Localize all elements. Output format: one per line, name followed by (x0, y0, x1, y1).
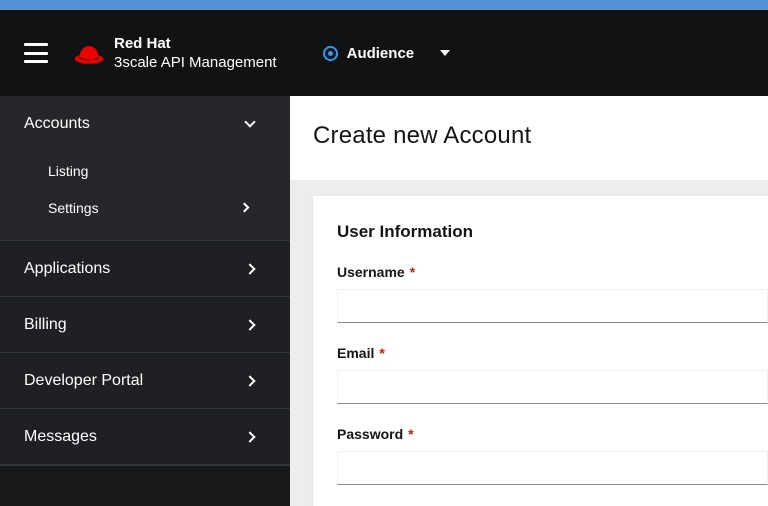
page-header: Create new Account (290, 96, 768, 180)
required-indicator: * (408, 426, 414, 442)
caret-down-icon (440, 50, 451, 56)
password-form-group: Password * (337, 426, 768, 485)
sidebar-item-label: Applications (24, 259, 111, 277)
chevron-down-icon (244, 116, 256, 128)
context-selector[interactable]: Audience (322, 44, 451, 62)
sidebar-item-label: Accounts (24, 115, 90, 132)
hamburger-icon (24, 43, 48, 46)
email-field[interactable] (337, 370, 768, 404)
page-title: Create new Account (313, 122, 532, 149)
chevron-right-icon (244, 262, 256, 275)
email-label: Email * (337, 345, 385, 361)
context-selector-label: Audience (346, 44, 415, 62)
page-body: User Information Username * Email * Passw (290, 180, 768, 506)
accounts-subnav: Listing Settings (0, 152, 290, 240)
sidebar-item-label: Billing (24, 315, 67, 333)
layout: Accounts Listing Settings Applications B… (0, 96, 768, 506)
sidebar-subitem-listing[interactable]: Listing (0, 152, 290, 189)
username-form-group: Username * (337, 264, 768, 323)
sidebar-group-accounts: Accounts Listing Settings (0, 96, 290, 241)
top-accent-strip (0, 0, 768, 10)
sidebar-subitem-settings[interactable]: Settings (0, 189, 290, 226)
sidebar-subitem-label: Listing (48, 162, 89, 179)
sidebar-item-messages[interactable]: Messages (0, 409, 290, 465)
required-indicator: * (409, 264, 416, 280)
sidebar-item-developer-portal[interactable]: Developer Portal (0, 353, 290, 409)
username-label: Username * (337, 264, 416, 280)
sidebar-item-label: Messages (24, 427, 97, 445)
sidebar: Accounts Listing Settings Applications B… (0, 96, 290, 506)
main-content: Create new Account User Information User… (290, 96, 768, 506)
chevron-right-icon (239, 202, 250, 213)
nav-toggle-button[interactable] (24, 43, 48, 63)
brand[interactable]: Red Hat 3scale API Management (72, 34, 277, 72)
brand-text: Red Hat 3scale API Management (114, 34, 277, 72)
sidebar-footer (0, 465, 290, 506)
required-indicator: * (379, 345, 385, 361)
sidebar-item-label: Developer Portal (24, 371, 144, 389)
sidebar-item-billing[interactable]: Billing (0, 297, 290, 353)
audience-icon (322, 45, 338, 61)
chevron-right-icon (244, 374, 256, 387)
card-title: User Information (337, 222, 474, 241)
sidebar-item-accounts[interactable]: Accounts (0, 96, 290, 152)
redhat-logo-icon (72, 40, 106, 67)
masthead: Red Hat 3scale API Management Audience (0, 10, 768, 96)
sidebar-subitem-label: Settings (48, 199, 99, 216)
chevron-right-icon (244, 430, 256, 443)
brand-name: Red Hat (114, 35, 171, 52)
email-form-group: Email * (337, 345, 768, 404)
username-field[interactable] (337, 289, 768, 323)
password-field[interactable] (337, 451, 768, 485)
sidebar-item-applications[interactable]: Applications (0, 241, 290, 297)
password-label: Password * (337, 426, 414, 442)
user-information-card: User Information Username * Email * Passw (313, 196, 768, 506)
chevron-right-icon (244, 318, 256, 331)
product-name: 3scale API Management (114, 54, 277, 71)
